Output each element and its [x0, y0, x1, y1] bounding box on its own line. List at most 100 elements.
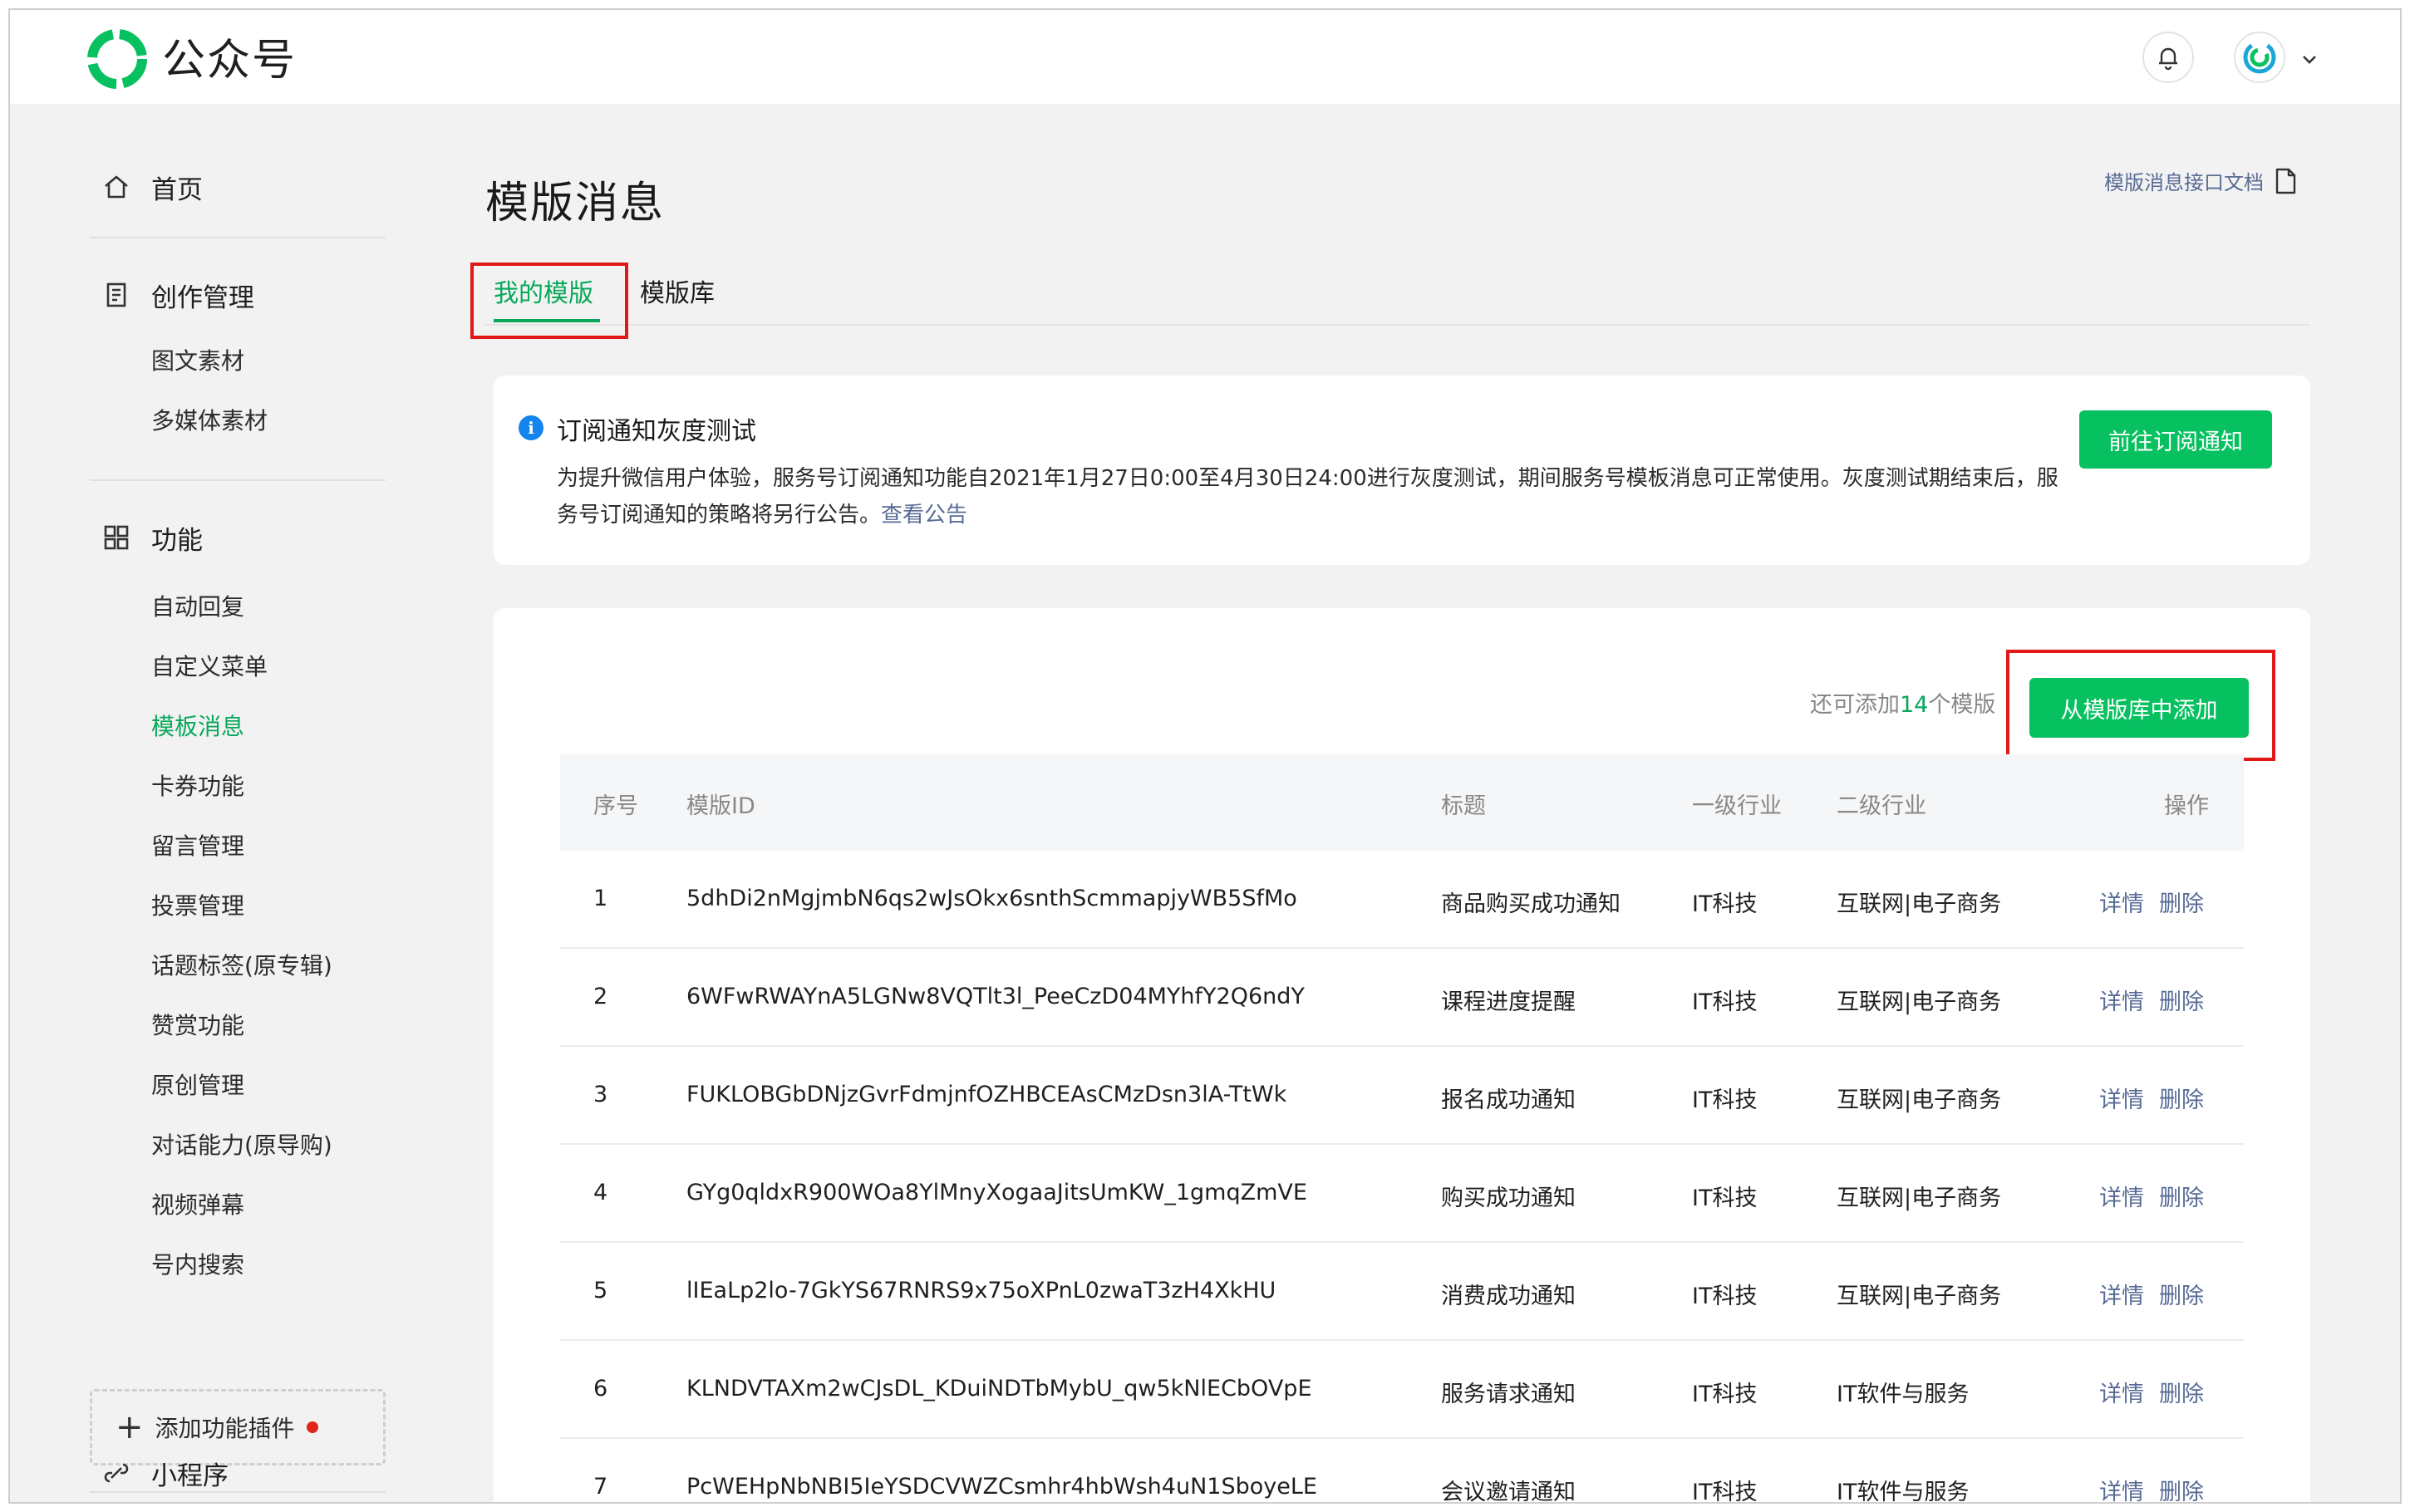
table-row: 5 lIEaLp2lo-7GkYS67RNRS9x75oXPnL0zwaT3zH4…	[560, 1243, 2244, 1341]
sidebar-section-features[interactable]: 功能	[101, 513, 203, 562]
cell-index: 5	[593, 1278, 608, 1303]
cell-template-id: PcWEHpNbNBI5IeYSDCVWZCsmhr4hbWsh4uN1Sboy…	[686, 1474, 1317, 1500]
cell-title: 报名成功通知	[1441, 1087, 1576, 1113]
delete-link[interactable]: 删除	[2159, 1376, 2204, 1408]
cell-index: 6	[593, 1376, 608, 1402]
page-title: 模版消息	[485, 179, 666, 228]
sidebar-item-cards[interactable]: 卡券功能	[151, 770, 244, 803]
delete-link[interactable]: 删除	[2159, 886, 2204, 918]
doc-link-label: 模版消息接口文档	[2104, 171, 2264, 194]
cell-industry-2: 互联网|电子商务	[1837, 891, 2002, 917]
table-row: 1 5dhDi2nMgjmbN6qs2wJsOkx6snthScmmapjyWB5…	[560, 851, 2244, 949]
document-icon	[106, 282, 126, 307]
cell-template-id: KLNDVTAXm2wCJsDL_KDuiNDTbMybU_qw5kNlECbO…	[686, 1376, 1312, 1402]
quota-suffix: 个模版	[1928, 692, 1996, 718]
delete-link[interactable]: 删除	[2159, 984, 2204, 1016]
home-icon	[105, 175, 128, 199]
sidebar-section-label: 小程序	[151, 1460, 229, 1491]
sidebar-section-creation[interactable]: 创作管理	[101, 270, 254, 320]
cell-template-id: lIEaLp2lo-7GkYS67RNRS9x75oXPnL0zwaT3zH4X…	[686, 1278, 1276, 1303]
go-subscribe-button[interactable]: 前往订阅通知	[2079, 410, 2272, 469]
table-row: 6 KLNDVTAXm2wCJsDL_KDuiNDTbMybU_qw5kNlECb…	[560, 1341, 2244, 1439]
details-link[interactable]: 详情	[2099, 984, 2144, 1016]
cell-title: 课程进度提醒	[1441, 989, 1576, 1015]
details-link[interactable]: 详情	[2099, 1180, 2144, 1212]
sidebar-item-label: 首页	[151, 174, 203, 205]
quota-count: 14	[1900, 692, 1929, 718]
cell-industry-2: 互联网|电子商务	[1837, 1186, 2002, 1211]
sidebar: 首页 创作管理 图文素材 多媒体素材 功能 自动回复 自定义菜单 模板消息 卡券…	[10, 104, 401, 1502]
top-bar: 公众号	[10, 10, 2400, 104]
avatar[interactable]	[2234, 32, 2285, 83]
info-icon: i	[519, 415, 543, 440]
details-link[interactable]: 详情	[2099, 1278, 2144, 1310]
notice-title: 订阅通知灰度测试	[557, 417, 756, 446]
delete-link[interactable]: 删除	[2159, 1082, 2204, 1114]
delete-link[interactable]: 删除	[2159, 1474, 2204, 1502]
cell-index: 3	[593, 1082, 608, 1107]
sidebar-item-dialog[interactable]: 对话能力(原导购)	[151, 1129, 332, 1162]
notification-button[interactable]	[2142, 32, 2194, 83]
table-row: 2 6WFwRWAYnA5LGNw8VQTlt3l_PeeCzD04MYhfY2Q…	[560, 949, 2244, 1047]
cell-index: 1	[593, 886, 608, 911]
sidebar-item-home[interactable]: 首页	[101, 162, 203, 212]
view-announcement-link[interactable]: 查看公告	[881, 503, 967, 528]
sidebar-item-rewards[interactable]: 赞赏功能	[151, 1009, 244, 1043]
details-link[interactable]: 详情	[2099, 1474, 2144, 1502]
table-row: 3 FUKLOBGbDNjzGvrFdmjnfOZHBCEAsCMzDsn3lA-…	[560, 1047, 2244, 1145]
link-icon	[104, 1463, 129, 1483]
sidebar-item-votes[interactable]: 投票管理	[151, 890, 244, 923]
chevron-down-icon[interactable]	[2297, 47, 2322, 71]
cell-template-id: GYg0qldxR900WOa8YlMnyXogaaJitsUmKW_1gmqZ…	[686, 1180, 1307, 1205]
notice-card: i 订阅通知灰度测试 为提升微信用户体验，服务号订阅通知功能自2021年1月27…	[494, 376, 2310, 565]
template-table: 序号 模版ID 标题 一级行业 二级行业 操作 1 5dhDi2nMgjmbN6q…	[560, 754, 2244, 1504]
sidebar-item-custom-menu[interactable]: 自定义菜单	[151, 650, 268, 684]
sidebar-item-search[interactable]: 号内搜索	[151, 1249, 244, 1282]
plus-icon: +	[116, 1408, 144, 1446]
cell-industry-2: 互联网|电子商务	[1837, 989, 2002, 1015]
cell-template-id: 5dhDi2nMgjmbN6qs2wJsOkx6snthScmmapjyWB5S…	[686, 886, 1297, 911]
bell-icon	[2159, 47, 2177, 71]
delete-link[interactable]: 删除	[2159, 1180, 2204, 1212]
sidebar-item-auto-reply[interactable]: 自动回复	[151, 591, 244, 624]
cell-index: 4	[593, 1180, 608, 1205]
sidebar-item-topics[interactable]: 话题标签(原专辑)	[151, 950, 332, 983]
details-link[interactable]: 详情	[2099, 1082, 2144, 1114]
highlight-box	[2006, 650, 2275, 761]
tab-template-library[interactable]: 模版库	[640, 276, 715, 312]
header-industry-2: 二级行业	[1837, 793, 1926, 819]
sidebar-item-danmaku[interactable]: 视频弹幕	[151, 1189, 244, 1222]
notice-text: 为提升微信用户体验，服务号订阅通知功能自2021年1月27日0:00至4月30日…	[557, 466, 2058, 528]
quota-text: 还可添加14个模版	[1810, 686, 1995, 719]
brand-name: 公众号	[162, 36, 298, 86]
cell-industry-1: IT科技	[1692, 1186, 1758, 1211]
details-link[interactable]: 详情	[2099, 886, 2144, 918]
cell-industry-2: 互联网|电子商务	[1837, 1284, 2002, 1309]
details-link[interactable]: 详情	[2099, 1376, 2144, 1408]
table-row: 4 GYg0qldxR900WOa8YlMnyXogaaJitsUmKW_1gmq…	[560, 1145, 2244, 1243]
template-panel: 还可添加14个模版 从模版库中添加 序号 模版ID 标题 一级行业 二级行业 操…	[494, 608, 2310, 1504]
sidebar-section-mini-program[interactable]: 小程序	[101, 1448, 229, 1498]
cell-industry-2: IT软件与服务	[1837, 1480, 1970, 1504]
cell-industry-2: IT软件与服务	[1837, 1382, 1970, 1407]
doc-link[interactable]: 模版消息接口文档	[2104, 166, 2297, 195]
sidebar-item-comments[interactable]: 留言管理	[151, 830, 244, 863]
cell-industry-1: IT科技	[1692, 891, 1758, 917]
sidebar-item-articles[interactable]: 图文素材	[151, 345, 244, 378]
cell-industry-1: IT科技	[1692, 1284, 1758, 1309]
header-actions: 操作	[2164, 793, 2209, 819]
highlight-box	[470, 263, 628, 339]
cell-index: 7	[593, 1474, 608, 1500]
delete-link[interactable]: 删除	[2159, 1278, 2204, 1310]
cell-title: 会议邀请通知	[1441, 1480, 1576, 1504]
cell-industry-1: IT科技	[1692, 1480, 1758, 1504]
cell-title: 消费成功通知	[1441, 1284, 1576, 1309]
table-body: 1 5dhDi2nMgjmbN6qs2wJsOkx6snthScmmapjyWB5…	[560, 851, 2244, 1504]
cell-index: 2	[593, 984, 608, 1009]
sidebar-item-original[interactable]: 原创管理	[151, 1069, 244, 1102]
header-index: 序号	[593, 793, 638, 819]
grid-icon	[104, 525, 129, 550]
cell-title: 商品购买成功通知	[1441, 891, 1621, 917]
sidebar-item-template-message[interactable]: 模板消息	[151, 710, 244, 744]
sidebar-item-media[interactable]: 多媒体素材	[151, 405, 268, 438]
